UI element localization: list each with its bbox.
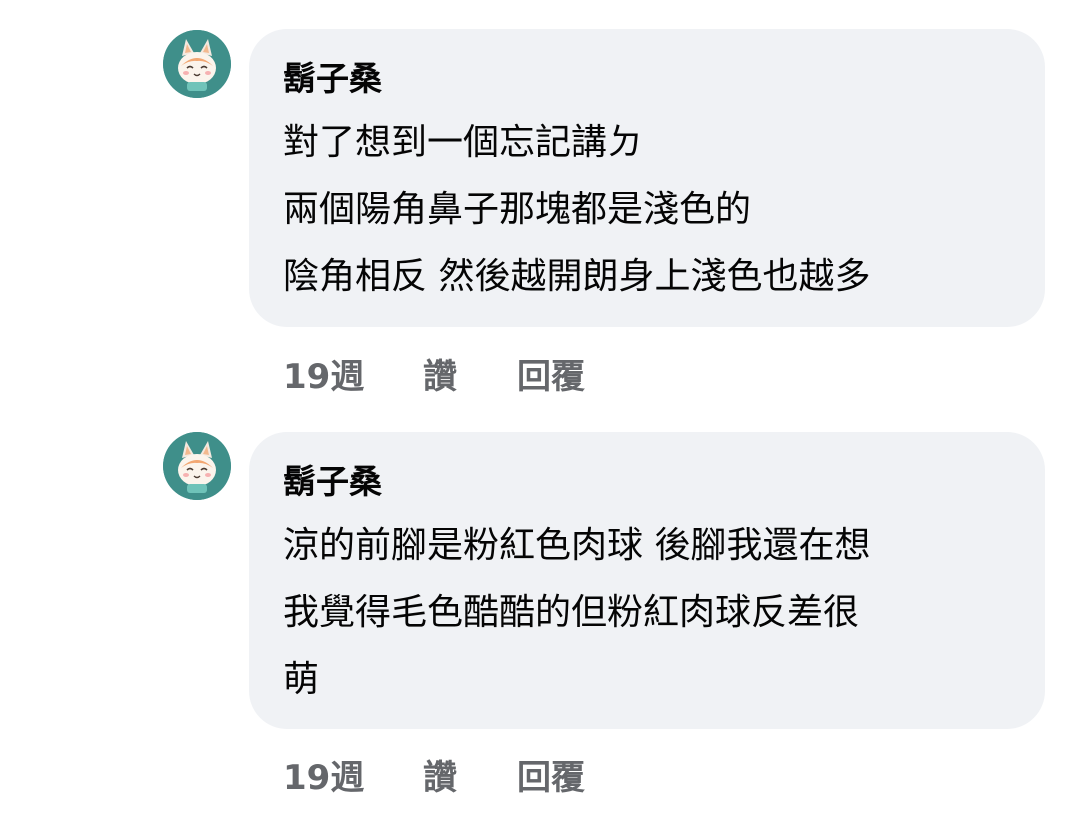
fox-avatar-icon	[163, 30, 231, 98]
comment-text-line: 我覺得毛色酷酷的但粉紅肉球反差很	[283, 592, 860, 633]
comment-text-line: 兩個陽角鼻子那塊都是淺色的	[283, 189, 752, 230]
avatar[interactable]	[163, 30, 231, 98]
comment-author[interactable]: 鬍子桑	[283, 460, 1015, 504]
comment-bubble: 鬍子桑 涼的前腳是粉紅色肉球 後腳我還在想 我覺得毛色酷酷的但粉紅肉球反差很 萌	[249, 432, 1045, 729]
comment-author[interactable]: 鬍子桑	[283, 57, 1015, 101]
comment-text-line: 對了想到一個忘記講ㄉ	[283, 122, 644, 163]
comment-bubble: 鬍子桑 對了想到一個忘記講ㄉ 兩個陽角鼻子那塊都是淺色的 陰角相反 然後越開朗身…	[249, 29, 1045, 327]
like-button[interactable]: 讚	[423, 349, 457, 398]
comment-thread: 鬍子桑 對了想到一個忘記講ㄉ 兩個陽角鼻子那塊都是淺色的 陰角相反 然後越開朗身…	[0, 0, 1080, 820]
avatar[interactable]	[163, 432, 231, 500]
reply-button[interactable]: 回覆	[517, 750, 585, 799]
comment-text-line: 涼的前腳是粉紅色肉球 後腳我還在想	[283, 525, 871, 566]
reply-button[interactable]: 回覆	[517, 349, 585, 398]
comment-text-line: 萌	[283, 659, 320, 700]
like-button[interactable]: 讚	[423, 750, 457, 799]
comment-text-line: 陰角相反 然後越開朗身上淺色也越多	[283, 256, 871, 297]
comment-timestamp[interactable]: 19週	[283, 349, 364, 398]
fox-avatar-icon	[163, 432, 231, 500]
comment-timestamp[interactable]: 19週	[283, 750, 364, 799]
